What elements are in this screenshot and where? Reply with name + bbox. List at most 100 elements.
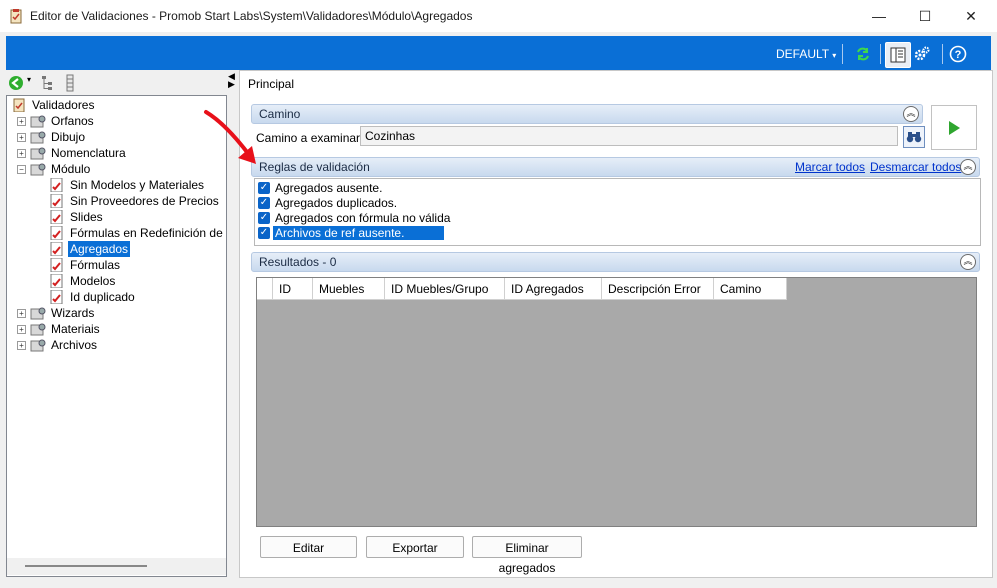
- expand-plus-icon[interactable]: +: [17, 149, 26, 158]
- tree-item-archivos[interactable]: + Archivos: [11, 337, 221, 353]
- rule-label: Agregados duplicados.: [275, 196, 398, 210]
- results-section-header: Resultados - 0 ︽: [251, 252, 980, 272]
- tree-item-orfanos[interactable]: + Orfanos: [11, 113, 221, 129]
- path-input[interactable]: [360, 126, 898, 146]
- column-header-camino[interactable]: Camino: [714, 278, 787, 300]
- tree-item-slides[interactable]: Slides: [49, 209, 224, 225]
- tree-item-modulo[interactable]: − Módulo: [11, 161, 221, 177]
- tree-horizontal-scrollbar[interactable]: [7, 558, 226, 575]
- refresh-icon: [857, 47, 869, 61]
- tree-item-formulas[interactable]: Fórmulas: [49, 257, 224, 273]
- expand-plus-icon[interactable]: +: [17, 341, 26, 350]
- annotation-arrow-icon: [204, 110, 256, 164]
- back-dropdown-icon[interactable]: ▾: [27, 75, 31, 84]
- main-toolbar: DEFAULT ▾ ?: [6, 36, 991, 70]
- tree-item-agregados[interactable]: Agregados: [49, 241, 224, 257]
- expand-plus-icon[interactable]: +: [17, 117, 26, 126]
- validation-rule-icon: [50, 258, 63, 272]
- scrollbar-thumb[interactable]: [25, 565, 147, 567]
- panel-view-button[interactable]: [885, 42, 911, 68]
- chevron-down-icon: ▾: [832, 51, 837, 60]
- checkbox-checked-icon[interactable]: ✓: [258, 197, 270, 209]
- help-icon: ?: [949, 45, 967, 63]
- tree-item-materiais[interactable]: + Materiais: [11, 321, 221, 337]
- tree-item-wizards[interactable]: + Wizards: [11, 305, 221, 321]
- refresh-button[interactable]: [851, 42, 875, 66]
- window-title: Editor de Validaciones - Promob Start La…: [30, 9, 473, 23]
- results-grid[interactable]: ID Muebles ID Muebles/Grupo ID Agregados…: [256, 277, 977, 527]
- tree-item-formulas-redefinicion[interactable]: Fórmulas en Redefinición de la: [49, 225, 224, 241]
- folder-gear-icon: [30, 115, 46, 128]
- checkbox-checked-icon[interactable]: ✓: [258, 182, 270, 194]
- tree-item-sin-modelos[interactable]: Sin Modelos y Materiales: [49, 177, 224, 193]
- tree-label: Materiais: [51, 322, 100, 336]
- folder-gear-icon: [30, 339, 46, 352]
- maximize-button[interactable]: ☐: [902, 0, 948, 32]
- column-header-id[interactable]: ID: [273, 278, 313, 300]
- expand-plus-icon[interactable]: +: [17, 309, 26, 318]
- deselect-all-link[interactable]: Desmarcar todos: [870, 160, 961, 174]
- clipboard-icon: [13, 98, 25, 112]
- column-header-id-agregados[interactable]: ID Agregados: [505, 278, 602, 300]
- tree-label: Wizards: [51, 306, 95, 320]
- tree-label: Fórmulas en Redefinición de la: [70, 226, 224, 240]
- browse-button[interactable]: [903, 126, 925, 148]
- edit-button[interactable]: Editar: [260, 536, 357, 558]
- run-validation-button[interactable]: [931, 105, 977, 150]
- folder-gear-icon: [30, 323, 46, 336]
- tree-label-selected: Agregados: [68, 241, 131, 257]
- checkbox-checked-icon[interactable]: ✓: [258, 212, 270, 224]
- rules-section-header: Reglas de validación Marcar todos Desmar…: [251, 157, 980, 177]
- validation-rule-icon: [50, 274, 63, 288]
- settings-icon: [914, 46, 930, 61]
- tree-label: Fórmulas: [70, 258, 121, 272]
- profile-dropdown[interactable]: DEFAULT ▾: [776, 47, 836, 61]
- close-button[interactable]: ✕: [948, 0, 994, 32]
- tree-item-id-duplicado[interactable]: Id duplicado: [49, 289, 224, 305]
- tab-principal[interactable]: Principal: [248, 77, 294, 91]
- tree-root-validadores[interactable]: Validadores: [11, 97, 221, 113]
- tree-label: Sin Modelos y Materiales: [70, 178, 205, 192]
- tree-item-sin-proveedores[interactable]: Sin Proveedores de Precios: [49, 193, 224, 209]
- column-header-descripcion-error[interactable]: Descripción Error: [602, 278, 714, 300]
- toolbar-separator: [842, 44, 843, 64]
- panel-splitter-arrows[interactable]: ◀ ▶: [228, 72, 236, 89]
- back-arrow-icon[interactable]: [8, 75, 24, 91]
- expand-plus-icon[interactable]: +: [17, 133, 26, 142]
- expand-plus-icon[interactable]: +: [17, 325, 26, 334]
- collapse-minus-icon[interactable]: −: [17, 165, 26, 174]
- minimize-button[interactable]: —: [856, 0, 902, 32]
- column-icon[interactable]: [64, 74, 76, 92]
- tree-label: Validadores: [32, 98, 95, 112]
- tree-item-dibujo[interactable]: + Dibujo: [11, 129, 221, 145]
- rule-label: Agregados con fórmula no válida: [275, 211, 451, 225]
- expand-right-icon[interactable]: ▶: [228, 80, 236, 89]
- delete-aggregates-button[interactable]: Eliminar agregados: [472, 536, 582, 575]
- tree-label: Modelos: [70, 274, 116, 288]
- play-icon: [949, 120, 960, 135]
- column-header-muebles[interactable]: Muebles: [313, 278, 385, 300]
- select-all-link[interactable]: Marcar todos: [795, 160, 865, 174]
- tree-item-nomenclatura[interactable]: + Nomenclatura: [11, 145, 221, 161]
- export-button[interactable]: Exportar: [366, 536, 464, 558]
- collapse-up-icon[interactable]: ︽: [960, 254, 976, 270]
- settings-button[interactable]: [910, 42, 934, 66]
- validation-rule-icon: [50, 242, 63, 256]
- tree-label: Nomenclatura: [51, 146, 126, 160]
- title-bar: Editor de Validaciones - Promob Start La…: [0, 0, 997, 32]
- column-header-id-muebles-grupo[interactable]: ID Muebles/Grupo: [385, 278, 505, 300]
- app-clipboard-icon: [8, 8, 24, 24]
- help-button[interactable]: ?: [946, 42, 970, 66]
- collapse-up-icon[interactable]: ︽: [903, 106, 919, 122]
- tree-structure-icon[interactable]: [40, 75, 56, 91]
- section-title: Camino: [259, 107, 301, 121]
- tree-item-modelos[interactable]: Modelos: [49, 273, 224, 289]
- checkbox-checked-icon[interactable]: ✓: [258, 227, 270, 239]
- toolbar-separator: [880, 44, 881, 64]
- rule-label: Agregados ausente.: [275, 181, 383, 195]
- main-panel: Principal Camino ︽ Camino a examinar Reg…: [239, 70, 993, 578]
- tree-label: Dibujo: [51, 130, 86, 144]
- tree-label: Archivos: [51, 338, 98, 352]
- collapse-up-icon[interactable]: ︽: [960, 159, 976, 175]
- validation-rule-icon: [50, 226, 63, 240]
